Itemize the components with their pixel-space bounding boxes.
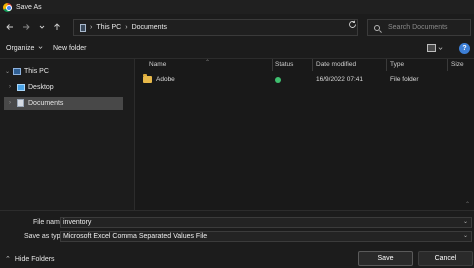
organize-label: Organize <box>6 45 35 52</box>
back-button[interactable] <box>3 20 17 34</box>
column-header-type[interactable]: Type <box>390 61 404 68</box>
sort-ascending-icon: ⌃ <box>205 60 211 66</box>
arrow-left-icon <box>6 24 13 30</box>
file-name: Adobe <box>156 76 175 83</box>
column-header-size[interactable]: Size <box>451 61 464 68</box>
chevron-down-icon <box>39 25 45 29</box>
command-bar: Organize New folder ? <box>0 40 474 58</box>
sync-status-icon <box>275 77 281 83</box>
nav-item-this-pc[interactable]: ⌄ This PC <box>0 65 125 78</box>
arrow-up-icon <box>54 23 60 30</box>
refresh-button[interactable] <box>348 20 357 31</box>
help-button[interactable]: ? <box>459 43 470 54</box>
new-folder-button[interactable]: New folder <box>53 45 86 52</box>
documents-icon <box>17 99 24 107</box>
pc-icon <box>80 23 86 32</box>
nav-item-label: Desktop <box>28 84 54 91</box>
breadcrumb-documents[interactable]: Documents <box>132 24 167 31</box>
address-bar[interactable]: › This PC › Documents <box>73 19 397 36</box>
chevron-down-icon[interactable]: ⌄ <box>463 218 468 225</box>
file-name-value: inventory <box>63 219 92 226</box>
save-button[interactable]: Save <box>358 251 413 266</box>
chevron-down-icon <box>38 46 43 49</box>
hide-folders-toggle[interactable]: ⌃ Hide Folders <box>5 255 55 264</box>
refresh-icon <box>349 20 356 28</box>
file-list: ⌃ Name Status Date modified Type Size Ad… <box>135 59 474 210</box>
organize-button[interactable]: Organize <box>6 45 43 52</box>
pc-icon <box>13 68 21 75</box>
search-placeholder: Search Documents <box>388 24 448 31</box>
cancel-button[interactable]: Cancel <box>418 251 473 266</box>
search-icon <box>374 24 380 31</box>
table-row[interactable]: Adobe 16/9/2022 07:41 File folder <box>141 73 474 87</box>
chevron-up-icon: ⌃ <box>5 256 11 263</box>
chevron-right-icon[interactable]: › <box>9 84 11 90</box>
chevron-down-icon[interactable]: ⌄ <box>5 68 10 75</box>
change-view-button[interactable] <box>427 44 443 52</box>
recent-locations-button[interactable] <box>35 20 49 34</box>
chevron-right-icon[interactable]: › <box>9 100 11 106</box>
view-icon <box>427 44 436 52</box>
desktop-icon <box>17 84 25 91</box>
forward-button[interactable] <box>19 20 33 34</box>
hide-folders-label: Hide Folders <box>14 255 55 263</box>
scroll-up-icon[interactable]: ⌃ <box>465 201 470 208</box>
column-divider[interactable] <box>272 59 273 71</box>
arrow-right-icon <box>23 24 30 30</box>
chevron-down-icon[interactable]: ⌄ <box>463 232 468 239</box>
column-divider[interactable] <box>447 59 448 71</box>
column-divider[interactable] <box>386 59 387 71</box>
column-header-name[interactable]: Name <box>149 61 166 68</box>
file-date-modified: 16/9/2022 07:41 <box>316 76 363 83</box>
column-header-date-modified[interactable]: Date modified <box>316 61 356 68</box>
window-title: Save As <box>16 3 42 11</box>
save-panel: File name: inventory ⌄ Save as type: Mic… <box>0 210 474 268</box>
nav-item-desktop[interactable]: › Desktop <box>0 81 125 94</box>
nav-item-label: Documents <box>28 100 64 107</box>
navigation-bar: › This PC › Documents Search Documents <box>0 14 474 40</box>
column-divider[interactable] <box>312 59 313 71</box>
file-name-input[interactable]: inventory ⌄ <box>60 217 472 228</box>
search-box[interactable]: Search Documents <box>367 19 471 36</box>
folder-icon <box>143 74 152 83</box>
chevron-down-icon <box>438 46 443 50</box>
file-type: File folder <box>390 76 419 83</box>
chrome-icon <box>3 2 12 12</box>
column-header-status[interactable]: Status <box>275 61 293 68</box>
save-as-type-value: Microsoft Excel Comma Separated Values F… <box>63 233 208 240</box>
breadcrumb-separator-icon: › <box>90 24 93 31</box>
nav-item-label: This PC <box>24 68 49 75</box>
save-as-type-select[interactable]: Microsoft Excel Comma Separated Values F… <box>60 231 472 242</box>
breadcrumb-separator-icon: › <box>125 24 128 31</box>
breadcrumb-this-pc[interactable]: This PC <box>96 24 121 31</box>
nav-item-documents[interactable]: › Documents <box>4 97 123 110</box>
navigation-pane: ⌄ This PC › Desktop › Documents <box>0 59 125 210</box>
up-button[interactable] <box>50 20 64 34</box>
title-bar: Save As <box>0 0 474 14</box>
